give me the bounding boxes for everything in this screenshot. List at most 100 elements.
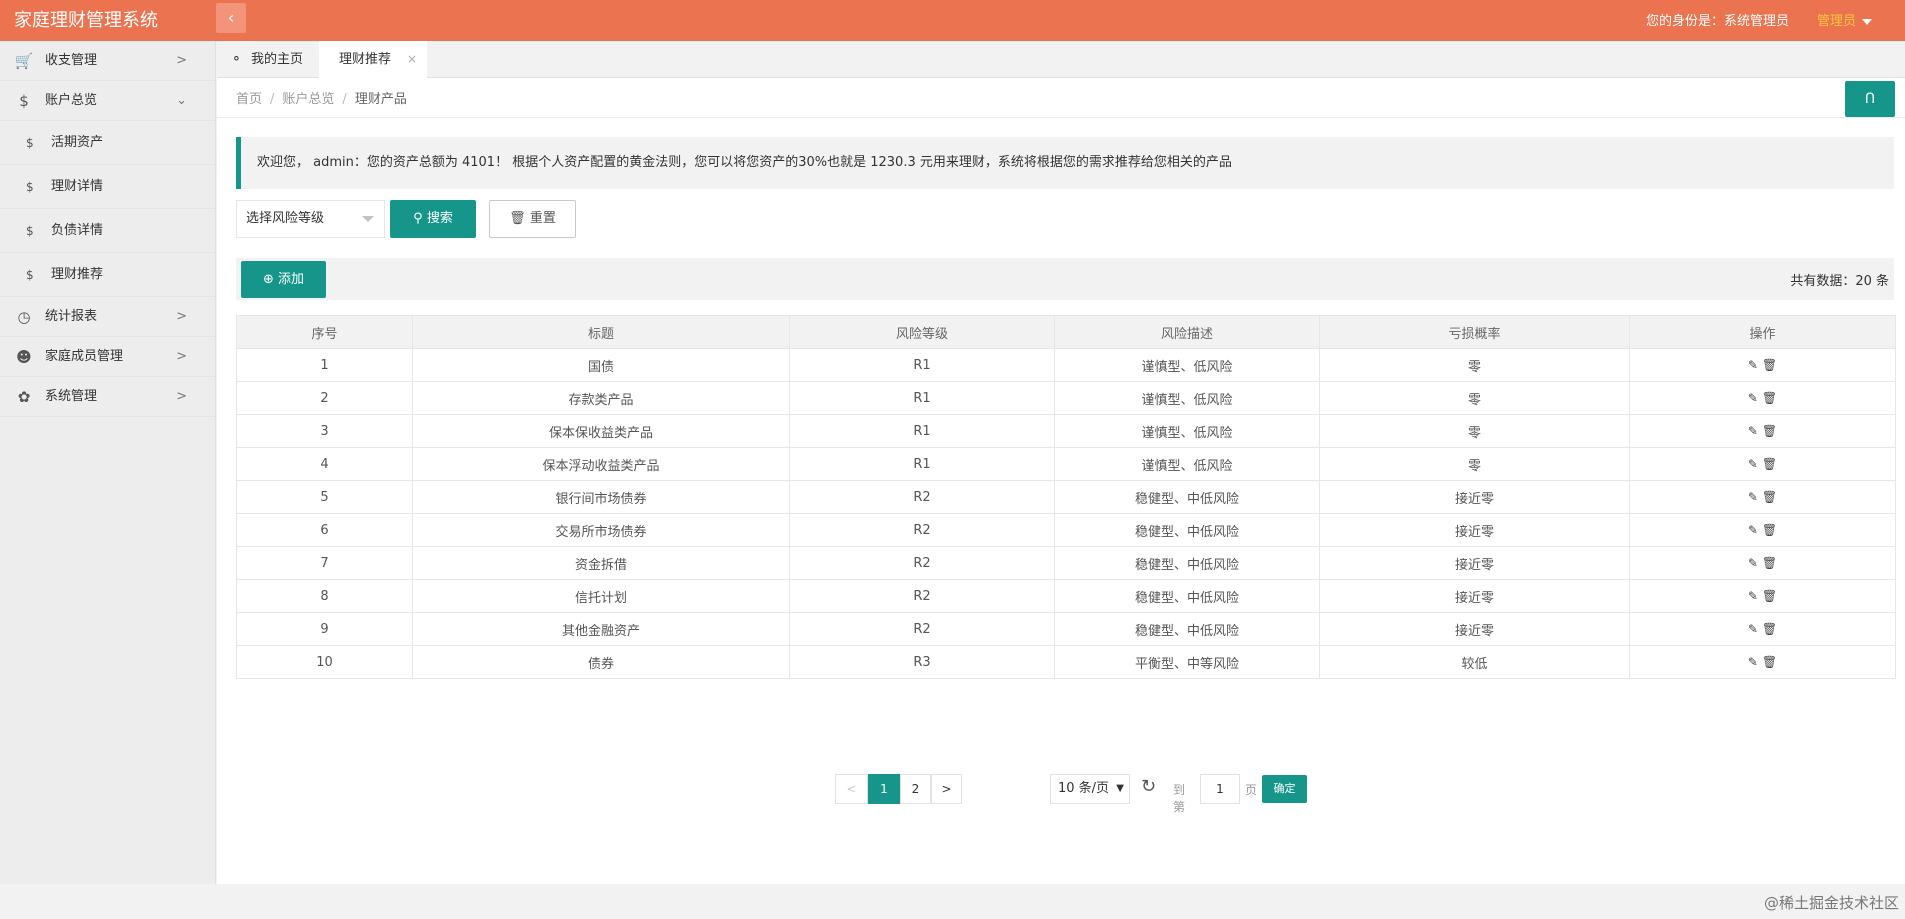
trash-icon[interactable]: 🗑 <box>1762 622 1777 636</box>
next-page-button[interactable]: > <box>931 774 962 804</box>
pencil-icon[interactable]: ✎ <box>1748 556 1758 570</box>
sidebar-item-label: 统计报表 <box>45 309 98 324</box>
trash-icon[interactable]: 🗑 <box>1762 490 1777 504</box>
search-button[interactable]: ⚲ 搜索 <box>390 200 476 238</box>
cell-loss-prob: 零 <box>1319 414 1630 448</box>
dollar-icon: $ <box>26 180 34 194</box>
column-header-risk-desc: 风险描述 <box>1054 315 1320 349</box>
table-header-row: 序号 标题 风险等级 风险描述 亏损概率 操作 <box>236 315 1896 349</box>
cell-actions: ✎ 🗑 <box>1629 447 1896 481</box>
risk-level-select[interactable]: 选择风险等级 <box>236 200 385 238</box>
pencil-icon[interactable]: ✎ <box>1748 490 1758 504</box>
close-icon[interactable]: × <box>407 41 417 78</box>
tab-label: 我的主页 <box>251 52 304 67</box>
tab-bar: ⚬ 我的主页 理财推荐 × <box>217 41 1905 78</box>
cell-actions: ✎ 🗑 <box>1629 612 1896 646</box>
cell-title: 国债 <box>412 348 790 382</box>
sidebar-item-statistics[interactable]: ◷ 统计报表 > <box>0 297 215 337</box>
breadcrumb-home[interactable]: 首页 <box>236 92 262 107</box>
table-row: 5 银行间市场债券 R2 稳健型、中低风险 接近零 ✎ 🗑 <box>236 480 1896 514</box>
cell-actions: ✎ 🗑 <box>1629 381 1896 415</box>
pencil-icon[interactable]: ✎ <box>1748 589 1758 603</box>
chevron-right-icon: > <box>176 389 187 404</box>
sidebar-item-income-expense[interactable]: 🛒 收支管理 > <box>0 41 215 81</box>
tab-home[interactable]: ⚬ 我的主页 <box>227 41 303 78</box>
cell-title: 信托计划 <box>412 579 790 613</box>
pencil-icon[interactable]: ✎ <box>1748 391 1758 405</box>
column-header-risk-level: 风险等级 <box>789 315 1055 349</box>
trash-icon[interactable]: 🗑 <box>1762 457 1777 471</box>
cell-actions: ✎ 🗑 <box>1629 513 1896 547</box>
sidebar-collapse-button[interactable]: ‹ <box>216 3 246 33</box>
sidebar-subitem-label: 活期资产 <box>51 135 104 150</box>
tab-finance-recommend[interactable]: 理财推荐 × <box>319 41 427 78</box>
trash-icon[interactable]: 🗑 <box>1762 589 1777 603</box>
cell-risk-desc: 谨慎型、低风险 <box>1054 447 1320 481</box>
flower-icon: ✿ <box>17 388 31 406</box>
cell-risk-level: R1 <box>789 414 1055 448</box>
cell-loss-prob: 接近零 <box>1319 480 1630 514</box>
reset-button[interactable]: 🗑 重置 <box>489 200 576 238</box>
cell-loss-prob: 接近零 <box>1319 579 1630 613</box>
chevron-left-icon: ‹ <box>227 8 235 27</box>
sidebar-subitem-finance-recommend[interactable]: $ 理财推荐 <box>0 253 215 297</box>
cell-title: 债券 <box>412 645 790 679</box>
cell-index: 7 <box>236 546 413 580</box>
cell-risk-level: R2 <box>789 579 1055 613</box>
trash-icon[interactable]: 🗑 <box>1762 424 1777 438</box>
pencil-icon[interactable]: ✎ <box>1748 655 1758 669</box>
caret-down-icon <box>1862 18 1872 25</box>
add-button-label: 添加 <box>278 272 305 287</box>
page-size-value: 10 条/页 <box>1058 781 1110 796</box>
trash-icon: 🗑 <box>509 211 526 226</box>
role-dropdown[interactable]: 管理员 <box>1817 10 1872 29</box>
prev-page-button[interactable]: < <box>835 774 868 804</box>
sidebar-subitem-current-assets[interactable]: $ 活期资产 <box>0 121 215 165</box>
cell-index: 9 <box>236 612 413 646</box>
pencil-icon[interactable]: ✎ <box>1748 424 1758 438</box>
pencil-icon[interactable]: ✎ <box>1748 523 1758 537</box>
page-button-2[interactable]: 2 <box>900 774 931 804</box>
trash-icon[interactable]: 🗑 <box>1762 655 1777 669</box>
breadcrumb-separator: / <box>270 92 275 107</box>
cell-risk-desc: 稳健型、中低风险 <box>1054 480 1320 514</box>
page-size-select[interactable]: 10 条/页 ▼ <box>1050 774 1130 804</box>
cell-index: 6 <box>236 513 413 547</box>
breadcrumb-separator: / <box>342 92 347 107</box>
role-label: 管理员 <box>1816 14 1856 29</box>
trash-icon[interactable]: 🗑 <box>1762 391 1777 405</box>
table-row: 7 资金拆借 R2 稳健型、中低风险 接近零 ✎ 🗑 <box>236 546 1896 580</box>
cell-risk-level: R1 <box>789 381 1055 415</box>
goto-page-input[interactable]: 1 <box>1200 774 1240 804</box>
dollar-icon: $ <box>19 92 29 110</box>
sidebar-subitem-finance-details[interactable]: $ 理财详情 <box>0 165 215 209</box>
column-header-title: 标题 <box>412 315 790 349</box>
cell-risk-desc: 稳健型、中低风险 <box>1054 513 1320 547</box>
sidebar-item-label: 账户总览 <box>45 93 98 108</box>
pencil-icon[interactable]: ✎ <box>1748 622 1758 636</box>
trash-icon[interactable]: 🗑 <box>1762 556 1777 570</box>
refresh-icon[interactable]: ↻ <box>1141 776 1156 797</box>
sidebar-item-system[interactable]: ✿ 系统管理 > <box>0 377 215 417</box>
column-header-actions: 操作 <box>1629 315 1896 349</box>
chevron-right-icon: > <box>176 309 187 324</box>
search-button-label: 搜索 <box>426 211 453 226</box>
trash-icon[interactable]: 🗑 <box>1762 358 1777 372</box>
page-button-1[interactable]: 1 <box>868 774 900 804</box>
goto-confirm-button[interactable]: 确定 <box>1262 775 1307 803</box>
trash-icon[interactable]: 🗑 <box>1762 523 1777 537</box>
add-button[interactable]: ⊕ 添加 <box>241 261 326 298</box>
cell-index: 1 <box>236 348 413 382</box>
chevron-down-icon: ▼ <box>1116 783 1124 794</box>
cell-title: 存款类产品 <box>412 381 790 415</box>
pencil-icon[interactable]: ✎ <box>1748 358 1758 372</box>
sidebar-item-family-members[interactable]: ☻ 家庭成员管理 > <box>0 337 215 377</box>
column-header-loss-prob: 亏损概率 <box>1319 315 1630 349</box>
breadcrumb-account-overview[interactable]: 账户总览 <box>282 92 334 107</box>
sidebar-item-account-overview[interactable]: $ 账户总览 ⌄ <box>0 81 215 121</box>
pencil-icon[interactable]: ✎ <box>1748 457 1758 471</box>
sidebar-subitem-liability-details[interactable]: $ 负债详情 <box>0 209 215 253</box>
sidebar-item-label: 系统管理 <box>45 389 98 404</box>
goto-label: 到第 <box>1173 783 1186 814</box>
refresh-page-button[interactable]: ᑎ <box>1845 81 1895 117</box>
